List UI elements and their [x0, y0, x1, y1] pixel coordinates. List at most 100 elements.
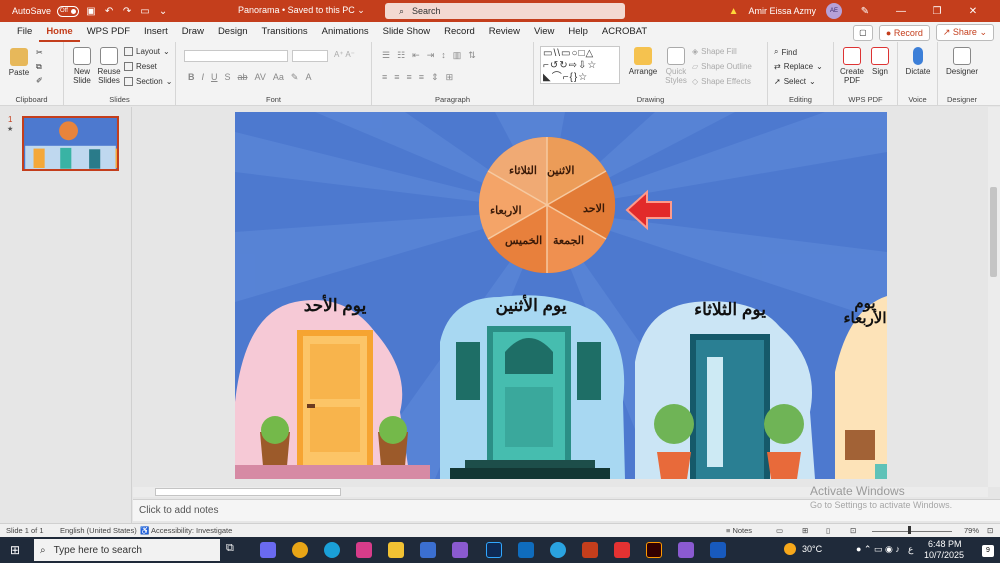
- paste-button[interactable]: Paste: [6, 48, 32, 77]
- tab-help[interactable]: Help: [561, 22, 595, 42]
- shape-fill-button[interactable]: ◈ Shape Fill: [692, 47, 737, 56]
- tab-draw[interactable]: Draw: [175, 22, 211, 42]
- copy-icon[interactable]: ⧉: [36, 62, 42, 72]
- highlight-icon[interactable]: ✎: [291, 72, 299, 83]
- text-direction-icon[interactable]: ⇅: [468, 50, 476, 61]
- align-center-icon[interactable]: ≡: [394, 72, 399, 83]
- shape-gallery[interactable]: ▭\\▭○□△ ⌐↺↻⇨⇩☆ ◣⌒⌐{}☆: [540, 46, 620, 84]
- columns-icon[interactable]: ▥: [453, 50, 462, 61]
- tab-animations[interactable]: Animations: [315, 22, 376, 42]
- smartart-icon[interactable]: ⊞: [446, 72, 454, 83]
- shape-outline-button[interactable]: ▱ Shape Outline: [692, 62, 752, 71]
- arrange-button[interactable]: Arrange: [626, 47, 660, 76]
- record-button[interactable]: ● Record: [878, 24, 930, 41]
- photoshop-icon[interactable]: [486, 542, 502, 558]
- tab-review[interactable]: Review: [482, 22, 527, 42]
- weather-icon[interactable]: [784, 543, 796, 555]
- minimize-button[interactable]: —: [888, 6, 914, 17]
- bullets-icon[interactable]: ☰: [382, 50, 390, 61]
- format-painter-icon[interactable]: ✐: [36, 76, 43, 85]
- photos-icon[interactable]: [452, 542, 468, 558]
- reading-view-icon[interactable]: ▯: [826, 526, 830, 535]
- bold-icon[interactable]: B: [188, 72, 195, 83]
- notification-badge[interactable]: 9: [982, 545, 994, 557]
- outlook-icon[interactable]: [518, 542, 534, 558]
- vertical-scroll-thumb[interactable]: [990, 187, 997, 277]
- fit-slide-icon[interactable]: ⊡: [987, 526, 993, 535]
- weather-temp[interactable]: 30°C: [802, 544, 822, 554]
- tab-home[interactable]: Home: [39, 22, 80, 42]
- shadow-icon[interactable]: S: [225, 72, 231, 83]
- copilot-icon[interactable]: [260, 542, 276, 558]
- pen-icon[interactable]: ✎: [852, 6, 878, 17]
- line-spacing-icon[interactable]: ↕: [441, 50, 446, 61]
- paint-icon[interactable]: [356, 542, 372, 558]
- spacing-icon[interactable]: AV: [255, 72, 266, 83]
- vertical-scrollbar[interactable]: [988, 107, 1000, 487]
- powerpoint-taskbar-icon[interactable]: [582, 542, 598, 558]
- tab-acrobat[interactable]: ACROBAT: [595, 22, 654, 42]
- increase-indent-icon[interactable]: ⇥: [427, 50, 435, 61]
- redo-icon[interactable]: ↷: [121, 5, 133, 17]
- task-view-icon[interactable]: ⧉: [226, 542, 242, 558]
- quick-styles-button[interactable]: Quick Styles: [660, 47, 692, 85]
- create-pdf-button[interactable]: Create PDF: [838, 47, 866, 85]
- search-box[interactable]: ⌕ Search: [385, 3, 625, 19]
- justify-icon[interactable]: ≡: [419, 72, 424, 83]
- language-status[interactable]: English (United States): [60, 526, 137, 535]
- align-right-icon[interactable]: ≡: [407, 72, 412, 83]
- avatar[interactable]: AE: [826, 3, 842, 19]
- undo-icon[interactable]: ↶: [103, 5, 115, 17]
- new-slide-button[interactable]: New Slide: [68, 47, 96, 85]
- slideshow-icon[interactable]: ⊡: [850, 526, 856, 535]
- close-button[interactable]: ✕: [960, 6, 986, 17]
- underline-icon[interactable]: U: [211, 72, 218, 83]
- store-icon[interactable]: [420, 542, 436, 558]
- autosave-toggle[interactable]: Off: [57, 5, 80, 17]
- replace-button[interactable]: ⇄ Replace ⌄: [774, 62, 823, 71]
- word-icon[interactable]: [710, 542, 726, 558]
- edge-icon[interactable]: [324, 542, 340, 558]
- grow-font-icon[interactable]: A⁺ A⁻: [334, 50, 355, 59]
- telegram-icon[interactable]: [550, 542, 566, 558]
- customize-quick-access-icon[interactable]: ⌄: [157, 5, 169, 17]
- tab-file[interactable]: File: [10, 22, 39, 42]
- font-name-select[interactable]: [184, 50, 288, 62]
- warning-icon[interactable]: ▲: [729, 6, 739, 17]
- italic-icon[interactable]: I: [202, 72, 205, 83]
- slide-sorter-icon[interactable]: ⊞: [802, 526, 808, 535]
- align-left-icon[interactable]: ≡: [382, 72, 387, 83]
- input-language[interactable]: ع: [908, 544, 913, 555]
- tab-design[interactable]: Design: [211, 22, 255, 42]
- case-icon[interactable]: Aa: [273, 72, 284, 83]
- normal-view-icon[interactable]: ▭: [776, 526, 783, 535]
- windows-start-icon[interactable]: ⊞: [10, 543, 20, 557]
- slide-thumbnail[interactable]: [22, 116, 119, 171]
- slide-canvas[interactable]: الاثنين الاحد الجمعة الخميس الاربعاء الث…: [235, 112, 887, 479]
- horizontal-scroll-thumb[interactable]: [155, 488, 341, 496]
- clock-time[interactable]: 6:48 PM: [928, 539, 962, 549]
- file-explorer-icon[interactable]: [388, 542, 404, 558]
- font-size-select[interactable]: [292, 50, 328, 62]
- reuse-slides-button[interactable]: Reuse Slides: [96, 47, 122, 85]
- zoom-slider-thumb[interactable]: [908, 526, 911, 534]
- user-name[interactable]: Amir Eissa Azmy: [748, 6, 816, 16]
- align-text-icon[interactable]: ⇕: [431, 72, 439, 83]
- comments-button[interactable]: ▢: [852, 24, 873, 41]
- tab-wps-pdf[interactable]: WPS PDF: [80, 22, 137, 42]
- document-title[interactable]: Panorama • Saved to this PC ⌄: [238, 5, 365, 16]
- share-button[interactable]: ↗ Share ⌄: [935, 24, 994, 41]
- section-button[interactable]: Section ⌄: [124, 77, 172, 86]
- illustrator-icon[interactable]: [646, 542, 662, 558]
- wps-icon[interactable]: [614, 542, 630, 558]
- notes-toggle[interactable]: ≡ Notes: [726, 526, 752, 535]
- slideshow-start-icon[interactable]: ▭: [139, 5, 151, 17]
- numbering-icon[interactable]: ☷: [397, 50, 405, 61]
- font-color-icon[interactable]: A: [305, 72, 311, 83]
- reset-button[interactable]: Reset: [124, 62, 157, 71]
- tab-record[interactable]: Record: [437, 22, 482, 42]
- restore-button[interactable]: ❐: [924, 6, 950, 17]
- layout-button[interactable]: Layout ⌄: [124, 47, 170, 56]
- zoom-level[interactable]: 79%: [964, 526, 979, 535]
- accessibility-status[interactable]: ♿ Accessibility: Investigate: [140, 526, 232, 535]
